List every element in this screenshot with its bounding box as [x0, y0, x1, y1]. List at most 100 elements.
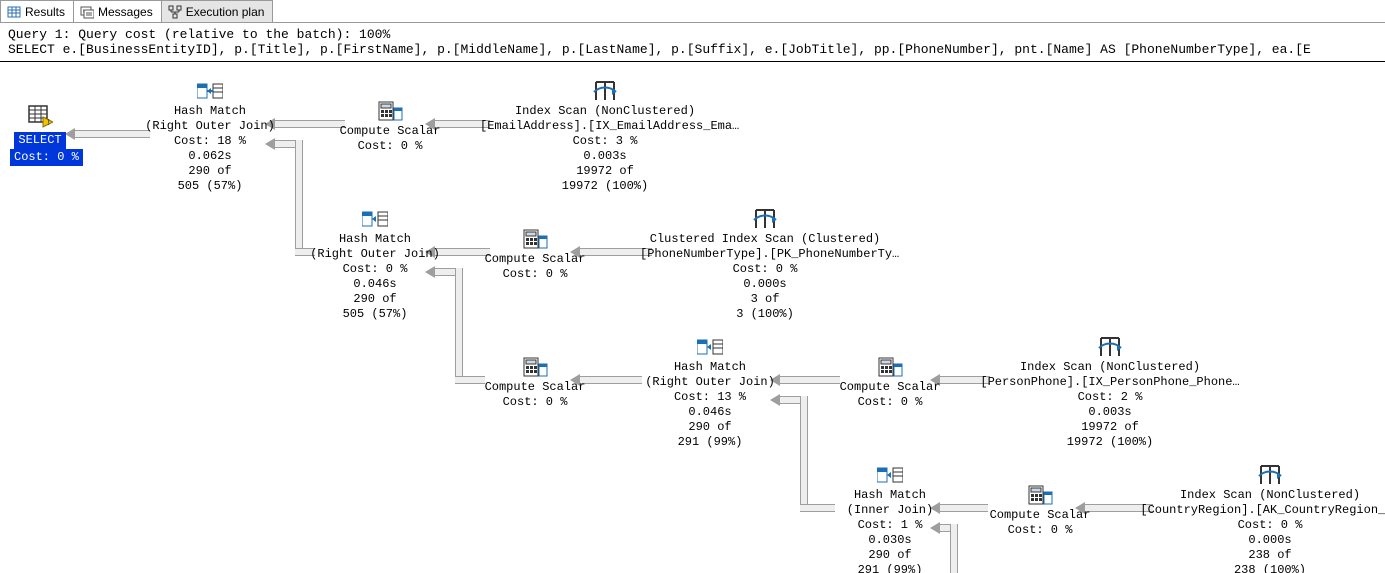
op-cost: Cost: 13 %	[640, 390, 780, 405]
op-subtitle: (Right Outer Join)	[640, 375, 780, 390]
op-time: 0.000s	[640, 277, 890, 292]
op-cost: Cost: 0 %	[480, 267, 590, 282]
op-rows: 3 of	[640, 292, 890, 307]
index-scan-icon	[480, 80, 730, 102]
tab-label: Messages	[98, 5, 153, 19]
hash-match-icon	[640, 336, 780, 358]
op-est: 505 (57%)	[140, 179, 280, 194]
clustered-index-scan-icon	[640, 208, 890, 230]
op-title: Compute Scalar	[480, 380, 590, 395]
op-rows: 290 of	[140, 164, 280, 179]
op-time: 0.062s	[140, 149, 280, 164]
op-cost: Cost: 18 %	[140, 134, 280, 149]
op-clustered-index-scan-pnt[interactable]: Clustered Index Scan (Clustered) [PhoneN…	[640, 208, 890, 322]
op-hash-match-2[interactable]: Hash Match (Right Outer Join) Cost: 0 % …	[305, 208, 445, 322]
op-rows: 290 of	[305, 292, 445, 307]
op-object: [EmailAddress].[IX_EmailAddress_Ema…	[480, 119, 730, 134]
op-title: Index Scan (NonClustered)	[480, 104, 730, 119]
op-title: Compute Scalar	[835, 380, 945, 395]
op-object: [CountryRegion].[AK_CountryRegion_N…	[1140, 503, 1385, 518]
op-index-scan-phone[interactable]: Index Scan (NonClustered) [PersonPhone].…	[980, 336, 1240, 450]
op-title: Hash Match	[305, 232, 445, 247]
op-time: 0.046s	[305, 277, 445, 292]
op-cost: Cost: 0 %	[985, 523, 1095, 538]
op-compute-scalar-2[interactable]: Compute Scalar Cost: 0 %	[480, 228, 590, 282]
op-title: Compute Scalar	[985, 508, 1095, 523]
op-title: Hash Match	[640, 360, 780, 375]
tab-messages[interactable]: Messages	[73, 0, 162, 22]
compute-scalar-icon	[480, 228, 590, 250]
arrow	[455, 268, 463, 376]
op-compute-scalar-1[interactable]: Compute Scalar Cost: 0 %	[335, 100, 445, 154]
hash-match-icon	[830, 464, 950, 486]
op-select[interactable]: ! SELECT Cost: 0 %	[10, 102, 70, 166]
compute-scalar-icon	[985, 484, 1095, 506]
message-icon	[80, 5, 94, 19]
index-scan-icon	[1140, 464, 1385, 486]
op-cost: Cost: 2 %	[980, 390, 1240, 405]
compute-scalar-icon	[480, 356, 590, 378]
arrow	[295, 140, 303, 248]
op-est: 505 (57%)	[305, 307, 445, 322]
op-index-scan-country[interactable]: Index Scan (NonClustered) [CountryRegion…	[1140, 464, 1385, 573]
op-hash-match-4[interactable]: Hash Match (Inner Join) Cost: 1 % 0.030s…	[830, 464, 950, 573]
tab-label: Results	[25, 5, 65, 19]
op-subtitle: (Inner Join)	[830, 503, 950, 518]
op-est: 291 (99%)	[640, 435, 780, 450]
op-cost: Cost: 0 %	[835, 395, 945, 410]
op-index-scan-email[interactable]: Index Scan (NonClustered) [EmailAddress]…	[480, 80, 730, 194]
op-title: Compute Scalar	[480, 252, 590, 267]
index-scan-icon	[980, 336, 1240, 358]
arrow	[780, 376, 840, 384]
compute-scalar-icon	[335, 100, 445, 122]
execution-plan-canvas[interactable]: ! SELECT Cost: 0 % Hash Match (Right Out…	[0, 62, 1385, 573]
op-rows: 290 of	[640, 420, 780, 435]
compute-scalar-icon	[835, 356, 945, 378]
op-title: Clustered Index Scan (Clustered)	[640, 232, 890, 247]
select-icon: !	[10, 102, 70, 128]
op-compute-scalar-4[interactable]: Compute Scalar Cost: 0 %	[835, 356, 945, 410]
tab-results[interactable]: Results	[0, 0, 74, 22]
op-cost: Cost: 3 %	[480, 134, 730, 149]
op-hash-match-1[interactable]: Hash Match (Right Outer Join) Cost: 18 %…	[140, 80, 280, 194]
op-compute-scalar-3[interactable]: Compute Scalar Cost: 0 %	[480, 356, 590, 410]
op-time: 0.030s	[830, 533, 950, 548]
op-est: 19972 (100%)	[980, 435, 1240, 450]
svg-text:!: !	[46, 118, 51, 128]
op-time: 0.003s	[980, 405, 1240, 420]
query-text: SELECT e.[BusinessEntityID], p.[Title], …	[0, 42, 1385, 62]
op-est: 291 (99%)	[830, 563, 950, 573]
op-cost: Cost: 0 %	[1140, 518, 1385, 533]
hash-match-icon	[305, 208, 445, 230]
op-cost: Cost: 0 %	[480, 395, 590, 410]
op-cost: Cost: 0 %	[10, 149, 83, 166]
op-est: 3 (100%)	[640, 307, 890, 322]
op-title: SELECT	[14, 132, 65, 149]
arrow	[75, 130, 150, 138]
op-title: Index Scan (NonClustered)	[1140, 488, 1385, 503]
op-est: 19972 (100%)	[480, 179, 730, 194]
op-rows: 19972 of	[980, 420, 1240, 435]
op-subtitle: (Right Outer Join)	[140, 119, 280, 134]
op-title: Hash Match	[140, 104, 280, 119]
arrow	[780, 396, 800, 404]
execution-plan-icon	[168, 5, 182, 19]
op-est: 238 (100%)	[1140, 563, 1385, 573]
op-title: Hash Match	[830, 488, 950, 503]
tab-execution-plan[interactable]: Execution plan	[161, 0, 274, 22]
op-subtitle: (Right Outer Join)	[305, 247, 445, 262]
op-rows: 238 of	[1140, 548, 1385, 563]
tab-strip: Results Messages Execution plan	[0, 0, 1385, 23]
op-title: Index Scan (NonClustered)	[980, 360, 1240, 375]
tab-label: Execution plan	[186, 5, 265, 19]
op-object: [PhoneNumberType].[PK_PhoneNumberTy…	[640, 247, 890, 262]
op-time: 0.003s	[480, 149, 730, 164]
op-compute-scalar-5[interactable]: Compute Scalar Cost: 0 %	[985, 484, 1095, 538]
op-cost: Cost: 0 %	[335, 139, 445, 154]
grid-icon	[7, 5, 21, 19]
query-cost-header: Query 1: Query cost (relative to the bat…	[0, 23, 1385, 42]
arrow	[950, 524, 958, 573]
op-cost: Cost: 0 %	[305, 262, 445, 277]
op-hash-match-3[interactable]: Hash Match (Right Outer Join) Cost: 13 %…	[640, 336, 780, 450]
op-cost: Cost: 1 %	[830, 518, 950, 533]
